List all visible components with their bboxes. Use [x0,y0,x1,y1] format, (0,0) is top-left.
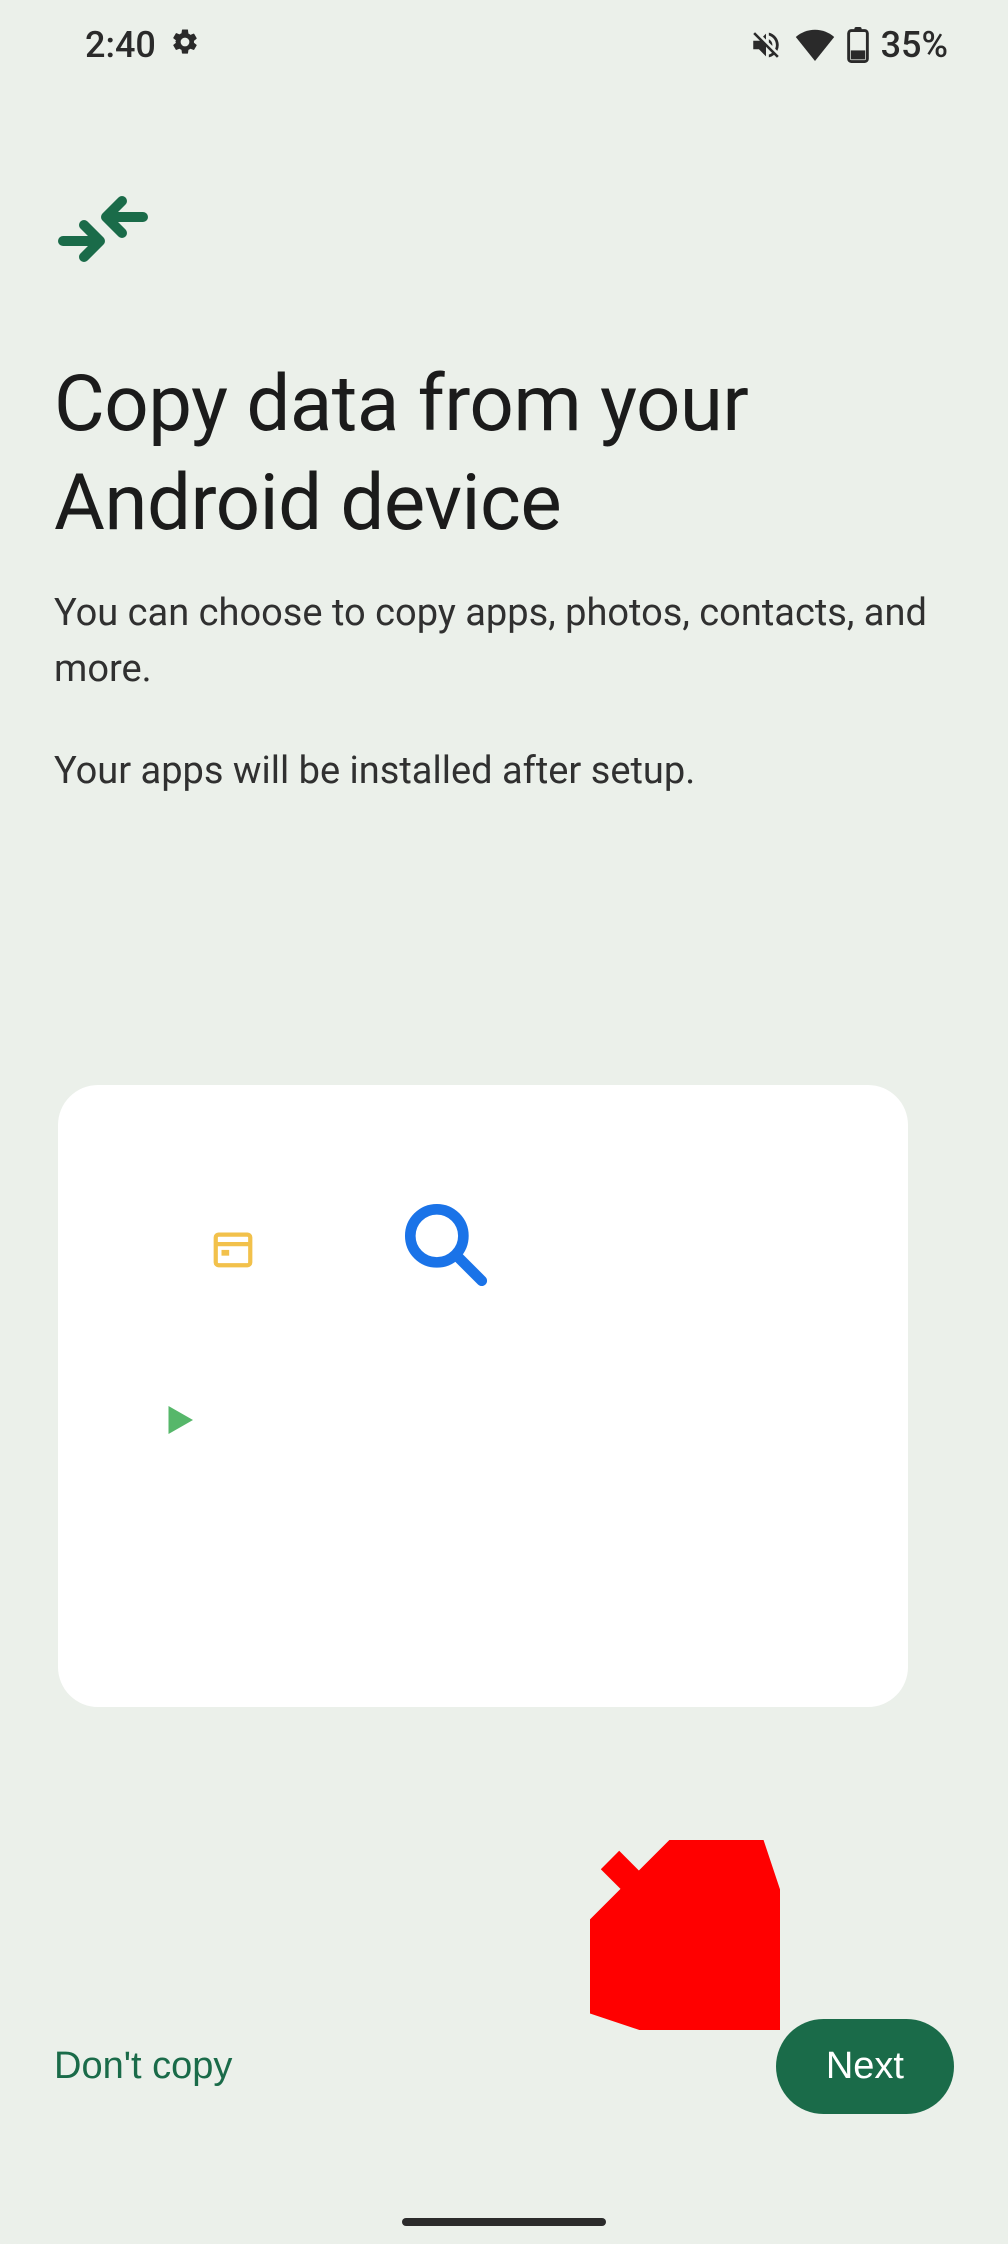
illustration-card [58,1085,908,1707]
status-left: 2:40 [85,24,200,66]
battery-icon [847,27,869,63]
page-title: Copy data from your Android device [54,355,954,553]
status-bar: 2:40 35% [0,0,1008,90]
transfer-arrows-icon [58,195,148,269]
body-paragraph-2: Your apps will be installed after setup. [54,743,954,799]
gear-icon [170,24,200,66]
mute-icon [749,28,783,62]
play-icon [158,1399,200,1445]
dont-copy-button[interactable]: Don't copy [54,2045,232,2088]
calendar-icon [210,1225,256,1275]
wifi-icon [795,29,835,61]
page-body: You can choose to copy apps, photos, con… [54,585,954,800]
annotation-arrow [590,1840,780,2034]
footer: Don't copy Next [0,2019,1008,2114]
navigation-handle[interactable] [402,2218,606,2226]
search-icon [396,1195,494,1297]
battery-pct: 35% [881,24,948,66]
next-button[interactable]: Next [776,2019,954,2114]
status-time: 2:40 [85,24,156,66]
status-right: 35% [749,24,948,66]
body-paragraph-1: You can choose to copy apps, photos, con… [54,585,954,697]
